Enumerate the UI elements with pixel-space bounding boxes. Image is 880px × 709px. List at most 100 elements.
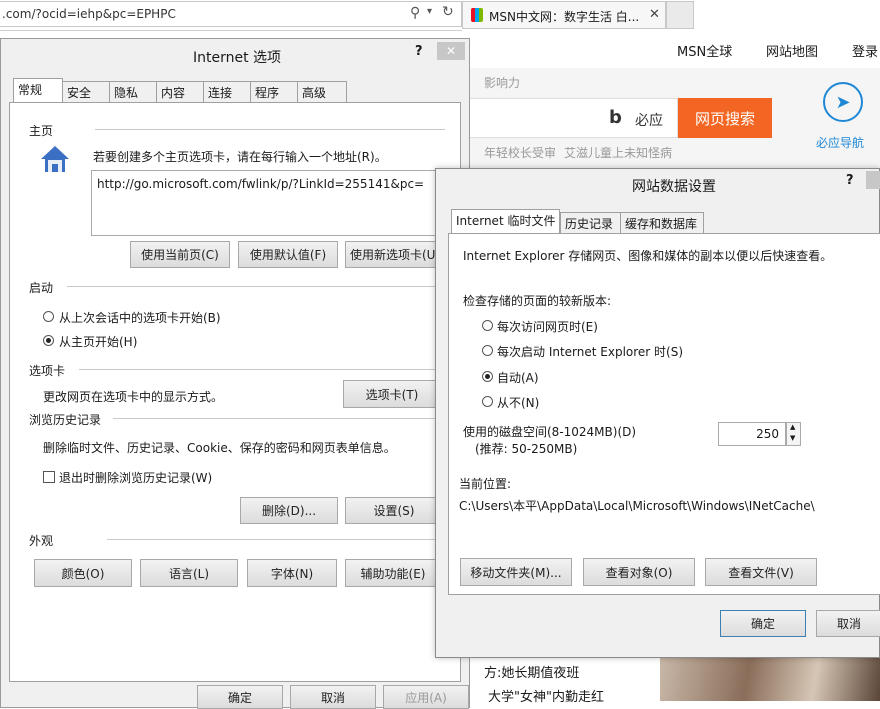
tab-label: 安全 — [67, 86, 92, 100]
check-every-start-label[interactable]: 每次启动 Internet Explorer 时(S) — [497, 343, 683, 360]
tab-title: MSN中文网：数字生活 白... — [489, 10, 640, 24]
view-files-button[interactable]: 查看文件(V) — [705, 558, 817, 586]
help-button[interactable]: ? — [846, 173, 854, 188]
hot-link[interactable]: 艾滋儿童上未知怪病 — [564, 144, 672, 161]
tab-label: 程序 — [255, 86, 280, 100]
use-current-button[interactable]: 使用当前页(C) — [130, 241, 230, 268]
tab-content[interactable]: 内容 — [156, 81, 204, 103]
msn-logo-icon — [471, 8, 483, 22]
nav-sitemap[interactable]: 网站地图 — [766, 41, 818, 60]
tab-label: 内容 — [161, 86, 186, 100]
close-tab-icon[interactable]: ✕ — [649, 7, 660, 22]
hot-link[interactable]: 年轻校长受审 — [484, 144, 556, 161]
move-folder-button[interactable]: 移动文件夹(M)... — [460, 558, 572, 586]
news-photo[interactable] — [660, 654, 880, 701]
history-settings-button[interactable]: 设置(S) — [345, 497, 443, 524]
search-icon[interactable]: ⚲ — [410, 5, 420, 21]
tab-history[interactable]: 历史记录 — [560, 212, 621, 234]
nav-msn-global[interactable]: MSN全球 — [677, 41, 732, 60]
startup-last-session-label[interactable]: 从上次会话中的选项卡开始(B) — [59, 309, 221, 326]
homepage-url-textarea[interactable]: http://go.microsoft.com/fwlink/p/?LinkId… — [91, 170, 439, 236]
ok-button[interactable]: 确定 — [720, 610, 806, 637]
button-label: 使用当前页(C) — [141, 248, 219, 262]
check-never-radio[interactable] — [482, 396, 493, 407]
button-label: 取消 — [320, 690, 345, 705]
delete-on-exit-checkbox[interactable] — [43, 471, 55, 483]
button-label: 确定 — [750, 617, 775, 631]
cancel-button[interactable]: 取消 — [816, 610, 880, 637]
disk-space-label: 使用的磁盘空间(8-1024MB)(D) — [463, 425, 637, 439]
button-label: 查看文件(V) — [728, 565, 794, 580]
influence-text: 影响力 — [484, 76, 521, 90]
check-auto-label[interactable]: 自动(A) — [497, 369, 539, 386]
web-search-button[interactable]: 网页搜索 — [678, 98, 772, 138]
button-label: 选项卡(T) — [365, 387, 419, 402]
cancel-button[interactable]: 取消 — [290, 685, 376, 709]
colors-button[interactable]: 颜色(O) — [34, 559, 132, 587]
news-headline[interactable]: 大学"女神"内勤走红 — [484, 686, 604, 705]
tab-cache-db[interactable]: 缓存和数据库 — [620, 212, 704, 234]
msn-topnav: MSN全球 网站地图 登录 — [462, 30, 880, 68]
accessibility-button[interactable]: 辅助功能(E) — [345, 559, 441, 587]
startup-homepage-radio[interactable] — [43, 335, 54, 346]
apply-button[interactable]: 应用(A) — [383, 685, 469, 709]
location-label: 当前位置: — [459, 477, 512, 491]
dialog-title: Internet 选项 — [193, 50, 282, 66]
disk-space-stepper[interactable]: ▲ ▼ — [786, 422, 801, 446]
internet-options-dialog: Internet 选项 ? ✕ 常规 安全 隐私 内容 连接 程序 高级 主页 … — [0, 38, 470, 709]
check-every-visit-radio[interactable] — [482, 320, 493, 331]
check-never-label[interactable]: 从不(N) — [497, 394, 539, 411]
button-label: 辅助功能(E) — [360, 566, 426, 581]
tab-advanced[interactable]: 高级 — [297, 81, 347, 103]
tab-general[interactable]: 常规 — [13, 78, 63, 102]
web-search-label: 网页搜索 — [694, 109, 755, 128]
spin-down-icon[interactable]: ▼ — [790, 434, 795, 442]
tab-programs[interactable]: 程序 — [250, 81, 298, 103]
ok-button[interactable]: 确定 — [197, 685, 283, 709]
use-default-button[interactable]: 使用默认值(F) — [238, 241, 338, 268]
startup-last-session-radio[interactable] — [43, 311, 54, 322]
tab-security[interactable]: 安全 — [62, 81, 110, 103]
button-label: 查看对象(O) — [605, 565, 673, 580]
tabs-settings-button[interactable]: 选项卡(T) — [343, 380, 441, 408]
delete-on-exit-label[interactable]: 退出时删除浏览历史记录(W) — [59, 469, 212, 486]
fonts-button[interactable]: 字体(N) — [247, 559, 337, 587]
check-heading: 检查存储的页面的较新版本: — [463, 294, 612, 308]
disk-space-input[interactable]: 250 — [718, 422, 786, 446]
spin-up-icon[interactable]: ▲ — [790, 423, 795, 431]
history-delete-button[interactable]: 删除(D)... — [240, 497, 338, 524]
dialog-title: 网站数据设置 — [632, 179, 716, 195]
new-tab-button[interactable] — [666, 1, 694, 29]
tab-temp-files[interactable]: Internet 临时文件 — [451, 209, 560, 233]
nav-guide-label[interactable]: 必应导航 — [816, 134, 864, 151]
languages-button[interactable]: 语言(L) — [140, 559, 238, 587]
close-button[interactable]: ✕ — [437, 42, 465, 60]
nav-guide-icon[interactable]: ➤ — [823, 82, 863, 122]
tab-privacy[interactable]: 隐私 — [109, 81, 157, 103]
nav-login[interactable]: 登录 — [852, 41, 878, 60]
browser-tab[interactable]: MSN中文网：数字生活 白... ✕ — [462, 1, 666, 29]
view-objects-button[interactable]: 查看对象(O) — [583, 558, 695, 586]
button-label: 移动文件夹(M)... — [470, 565, 562, 580]
check-auto-radio[interactable] — [482, 371, 493, 382]
website-data-dialog: 网站数据设置 ? Internet 临时文件 历史记录 缓存和数据库 Inter… — [435, 168, 880, 658]
close-button[interactable] — [866, 171, 880, 189]
chevron-down-icon[interactable]: ▾ — [427, 6, 432, 17]
check-every-visit-label[interactable]: 每次访问网页时(E) — [497, 318, 598, 335]
bing-search-box[interactable]: b 必应 — [462, 98, 678, 138]
use-new-tab-button[interactable]: 使用新选项卡(U) — [345, 241, 441, 268]
button-label: 语言(L) — [168, 566, 210, 581]
tab-connections[interactable]: 连接 — [203, 81, 251, 103]
home-icon — [39, 143, 71, 175]
appearance-heading: 外观 — [29, 534, 54, 548]
refresh-icon[interactable]: ↻ — [442, 4, 454, 20]
startup-homepage-label[interactable]: 从主页开始(H) — [59, 333, 137, 350]
button-label: 使用新选项卡(U) — [350, 248, 441, 262]
location-path: C:\Users\本平\AppData\Local\Microsoft\Wind… — [459, 499, 815, 513]
news-headline[interactable]: 方:她长期值夜班 — [484, 662, 579, 681]
check-every-start-radio[interactable] — [482, 345, 493, 356]
button-label: 删除(D)... — [261, 504, 317, 518]
address-bar[interactable]: .com/?ocid=iehp&pc=EPHPC ⚲ ▾ ↻ — [0, 1, 462, 27]
button-label: 应用(A) — [405, 690, 447, 705]
help-button[interactable]: ? — [415, 44, 423, 59]
